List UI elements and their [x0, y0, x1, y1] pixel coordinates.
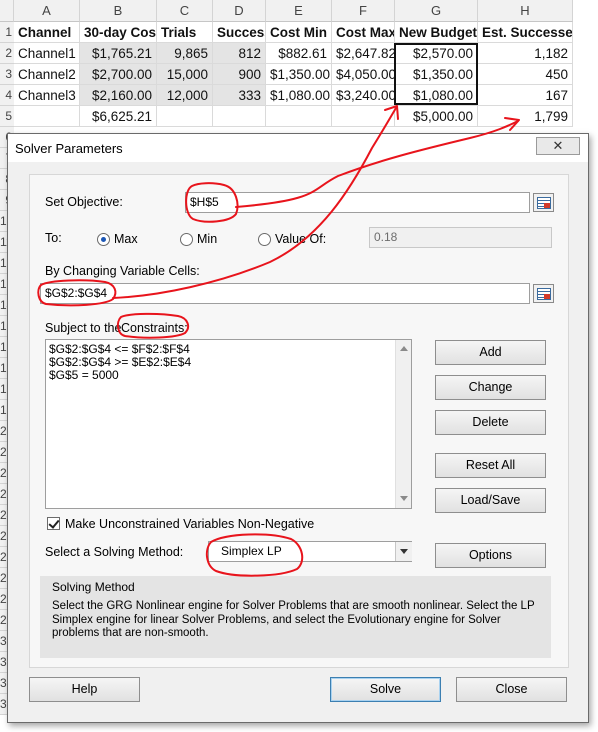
data-cell[interactable]: Channel2	[14, 64, 80, 85]
column-header-h[interactable]: H	[478, 0, 573, 22]
non-negative-checkbox[interactable]	[47, 517, 60, 530]
data-cell[interactable]: 9,865	[157, 43, 213, 64]
data-cell[interactable]: $2,700.00	[80, 64, 157, 85]
scroll-up-arrow-icon[interactable]	[400, 346, 408, 351]
changing-cells-input[interactable]: $G$2:$G$4	[40, 283, 530, 304]
data-cell[interactable]	[14, 106, 80, 127]
non-negative-label: Make Unconstrained Variables Non-Negativ…	[65, 517, 315, 531]
data-cell[interactable]: $3,240.00	[332, 85, 395, 106]
data-cell[interactable]: Channel3	[14, 85, 80, 106]
set-objective-label: Set Objective:	[45, 195, 123, 209]
data-cell[interactable]: 15,000	[157, 64, 213, 85]
data-cell[interactable]: 333	[213, 85, 266, 106]
objective-input[interactable]: $H$5	[185, 192, 530, 213]
solving-method-label: Select a Solving Method:	[45, 545, 184, 559]
solving-method-select[interactable]: Simplex LP	[208, 541, 412, 562]
data-cell[interactable]: $1,765.21	[80, 43, 157, 64]
add-button[interactable]: Add	[435, 340, 546, 365]
constraints-label: Constraints:	[121, 321, 188, 335]
column-header-f[interactable]: F	[332, 0, 395, 22]
header-cell[interactable]: Cost Max	[332, 22, 395, 43]
header-cell[interactable]: New Budget	[395, 22, 478, 43]
constraints-list[interactable]: $G$2:$G$4 <= $F$2:$F$4 $G$2:$G$4 >= $E$2…	[45, 339, 412, 509]
total-cost-cell[interactable]: $6,625.21	[80, 106, 157, 127]
close-icon[interactable]: ✕	[536, 137, 580, 155]
column-header-g[interactable]: G	[395, 0, 478, 22]
column-header-a[interactable]: A	[14, 0, 80, 22]
data-cell[interactable]: 900	[213, 64, 266, 85]
data-cell[interactable]: $2,160.00	[80, 85, 157, 106]
column-header-e[interactable]: E	[266, 0, 332, 22]
column-header-c[interactable]: C	[157, 0, 213, 22]
value-of-label: Value Of:	[275, 232, 327, 246]
header-cell[interactable]: Est. Successes	[478, 22, 573, 43]
constraint-item[interactable]: $G$5 = 5000	[49, 368, 119, 382]
data-cell[interactable]: $1,350.00	[266, 64, 332, 85]
value-of-radio[interactable]	[258, 233, 271, 246]
header-cell[interactable]: Channel	[14, 22, 80, 43]
range-picker-icon[interactable]	[533, 193, 554, 212]
row-header[interactable]: 1	[0, 22, 14, 43]
dialog-titlebar[interactable]: Solver Parameters ✕	[8, 134, 588, 162]
max-radio[interactable]	[97, 233, 110, 246]
data-cell[interactable]: 12,000	[157, 85, 213, 106]
data-cell[interactable]: 812	[213, 43, 266, 64]
constraints-scrollbar[interactable]	[395, 340, 411, 508]
delete-button[interactable]: Delete	[435, 410, 546, 435]
data-cell[interactable]: $1,350.00	[395, 64, 478, 85]
total-budget-cell[interactable]: $5,000.00	[395, 106, 478, 127]
row-header[interactable]: 5	[0, 106, 14, 127]
header-cell[interactable]: Trials	[157, 22, 213, 43]
dialog-title: Solver Parameters	[15, 141, 123, 156]
row-header[interactable]: 4	[0, 85, 14, 106]
data-cell[interactable]	[332, 106, 395, 127]
data-cell[interactable]	[213, 106, 266, 127]
total-successes-cell[interactable]: 1,799	[478, 106, 573, 127]
min-label: Min	[197, 232, 218, 246]
data-cell[interactable]: $2,647.82	[332, 43, 395, 64]
constraint-item[interactable]: $G$2:$G$4 >= $E$2:$E$4	[49, 355, 191, 369]
data-cell[interactable]	[266, 106, 332, 127]
to-label: To:	[45, 231, 62, 245]
min-radio[interactable]	[180, 233, 193, 246]
row-header[interactable]: 2	[0, 43, 14, 64]
data-cell[interactable]: 167	[478, 85, 573, 106]
data-cell[interactable]: Channel1	[14, 43, 80, 64]
solve-button[interactable]: Solve	[330, 677, 441, 702]
load-save-button[interactable]: Load/Save	[435, 488, 546, 513]
select-all-corner[interactable]	[0, 0, 14, 22]
change-button[interactable]: Change	[435, 375, 546, 400]
subject-to-label: Subject to the	[45, 321, 122, 335]
info-title: Solving Method	[52, 580, 135, 594]
reset-all-button[interactable]: Reset All	[435, 453, 546, 478]
data-cell[interactable]: $4,050.00	[332, 64, 395, 85]
column-header-d[interactable]: D	[213, 0, 266, 22]
range-picker-icon[interactable]	[533, 284, 554, 303]
options-button[interactable]: Options	[435, 543, 546, 568]
data-cell[interactable]: 1,182	[478, 43, 573, 64]
column-header-b[interactable]: B	[80, 0, 157, 22]
header-cell[interactable]: 30-day Cost	[80, 22, 157, 43]
changing-cells-label: By Changing Variable Cells:	[45, 264, 200, 278]
scroll-down-arrow-icon[interactable]	[400, 496, 408, 501]
data-cell[interactable]: $1,080.00	[395, 85, 478, 106]
data-cell[interactable]: 450	[478, 64, 573, 85]
header-cell[interactable]: Cost Min	[266, 22, 332, 43]
data-cell[interactable]: $1,080.00	[266, 85, 332, 106]
chevron-down-icon[interactable]	[395, 542, 412, 561]
header-cell[interactable]: Success	[213, 22, 266, 43]
value-of-input[interactable]: 0.18	[369, 227, 552, 248]
row-header[interactable]: 3	[0, 64, 14, 85]
data-cell[interactable]: $2,570.00	[395, 43, 478, 64]
help-button[interactable]: Help	[29, 677, 140, 702]
data-cell[interactable]	[157, 106, 213, 127]
close-button[interactable]: Close	[456, 677, 567, 702]
data-cell[interactable]: $882.61	[266, 43, 332, 64]
constraint-item[interactable]: $G$2:$G$4 <= $F$2:$F$4	[49, 342, 190, 356]
info-description: Select the GRG Nonlinear engine for Solv…	[52, 600, 535, 639]
max-label: Max	[114, 232, 138, 246]
